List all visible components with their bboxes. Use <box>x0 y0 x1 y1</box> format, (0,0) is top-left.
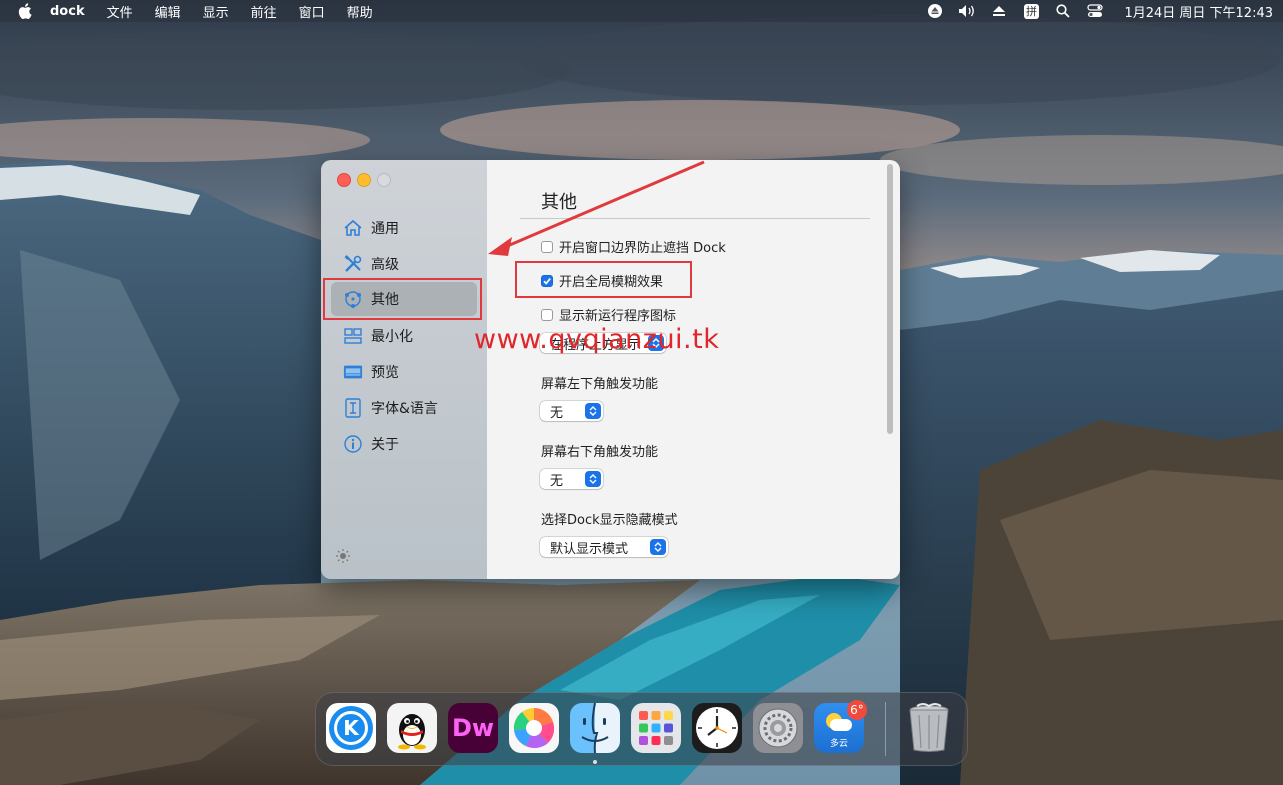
option-show-new-apps[interactable]: 显示新运行程序图标 <box>541 305 676 324</box>
sidebar-item-label: 字体&语言 <box>371 401 438 417</box>
trash-icon[interactable] <box>904 703 954 753</box>
option-label: 显示新运行程序图标 <box>559 309 677 324</box>
option-window-boundary[interactable]: 开启窗口边界防止遮挡 Dock <box>541 237 726 256</box>
dreamweaver-app-icon[interactable]: Dw <box>448 703 498 753</box>
weather-temp-badge: 6° <box>847 700 867 720</box>
launchpad-app-icon[interactable] <box>631 703 681 753</box>
dock-mode-select[interactable]: 默认显示模式 <box>540 537 668 557</box>
menu-window[interactable]: 窗口 <box>299 2 325 21</box>
dock-separator <box>885 702 886 756</box>
appearance-sun-icon[interactable] <box>335 548 351 564</box>
volume-icon[interactable] <box>958 3 976 19</box>
minimize-icon <box>343 326 363 346</box>
dock-mode-label: 选择Dock显示隐藏模式 <box>541 513 678 528</box>
qq-app-icon[interactable] <box>387 703 437 753</box>
watermark-text: www.qvqianzui.tk <box>474 324 720 355</box>
chevron-updown-icon <box>585 403 601 419</box>
select-value: 默认显示模式 <box>550 541 629 557</box>
chevron-updown-icon <box>650 539 666 555</box>
sidebar-item-about[interactable]: 关于 <box>331 427 477 461</box>
system-preferences-app-icon[interactable] <box>753 703 803 753</box>
clock-app-icon[interactable] <box>692 703 742 753</box>
window-close-button[interactable] <box>337 173 351 187</box>
control-center-icon[interactable] <box>1086 3 1104 19</box>
tools-icon <box>343 254 363 274</box>
window-zoom-button[interactable] <box>377 173 391 187</box>
sidebar-item-label: 预览 <box>371 365 399 381</box>
sidebar-item-label: 关于 <box>371 437 399 453</box>
finder-app-icon[interactable] <box>570 703 620 753</box>
sidebar-item-label: 最小化 <box>371 329 413 345</box>
preview-icon <box>343 362 363 382</box>
menu-bar: dock 文件 编辑 显示 前往 窗口 帮助 拼 1月24日 周日 下午12:4… <box>0 0 1283 22</box>
apple-icon[interactable] <box>18 3 32 19</box>
menu-view[interactable]: 显示 <box>203 2 229 21</box>
title-divider <box>520 218 870 219</box>
sidebar-item-font-language[interactable]: 字体&语言 <box>331 391 477 425</box>
menu-edit[interactable]: 编辑 <box>155 2 181 21</box>
menu-file[interactable]: 文件 <box>107 2 133 21</box>
select-value: 无 <box>550 473 564 489</box>
highlight-box-sidebar-other <box>323 278 482 320</box>
input-method-label: 拼 <box>1023 3 1039 19</box>
weather-label: 多云 <box>829 739 848 749</box>
checkbox-show-new-apps[interactable] <box>541 308 553 321</box>
cloud-icon <box>830 719 852 731</box>
dock: K Dw 多云 6° <box>315 692 968 766</box>
sidebar-item-label: 高级 <box>371 257 399 273</box>
kugou-app-icon[interactable]: K <box>326 703 376 753</box>
info-icon <box>343 434 363 454</box>
sidebar-item-label: 通用 <box>371 221 399 237</box>
menu-app-name[interactable]: dock <box>50 4 85 19</box>
input-method-icon[interactable]: 拼 <box>1022 3 1040 19</box>
bottom-left-hotcorner-select[interactable]: 无 <box>540 401 603 421</box>
sidebar-item-minimize[interactable]: 最小化 <box>331 319 477 353</box>
menu-help[interactable]: 帮助 <box>347 2 373 21</box>
bottom-left-hotcorner-label: 屏幕左下角触发功能 <box>541 377 659 392</box>
select-value: 无 <box>550 405 564 421</box>
checkbox-window-boundary[interactable] <box>541 240 553 253</box>
window-minimize-button[interactable] <box>357 173 371 187</box>
eject-icon[interactable] <box>990 3 1008 19</box>
font-icon <box>343 398 363 418</box>
highlight-box-global-blur <box>515 261 692 298</box>
search-icon[interactable] <box>1054 3 1072 19</box>
kugou-label: K <box>334 711 368 745</box>
home-icon <box>343 218 363 238</box>
colorful-app-icon[interactable] <box>509 703 559 753</box>
sidebar: 通用 高级 其他 最小化 预览 字体&语言 关于 <box>321 160 487 579</box>
content-scrollbar[interactable] <box>887 164 893 434</box>
dreamweaver-label: Dw <box>451 714 495 742</box>
preferences-window: 通用 高级 其他 最小化 预览 字体&语言 关于 其他 开启窗口边界防止遮挡 D… <box>321 160 900 579</box>
page-title: 其他 <box>541 192 577 213</box>
option-label: 开启窗口边界防止遮挡 Dock <box>559 241 726 256</box>
sidebar-item-preview[interactable]: 预览 <box>331 355 477 389</box>
chevron-updown-icon <box>585 471 601 487</box>
running-indicator <box>593 760 597 764</box>
bottom-right-hotcorner-select[interactable]: 无 <box>540 469 603 489</box>
sidebar-item-general[interactable]: 通用 <box>331 211 477 245</box>
bottom-right-hotcorner-label: 屏幕右下角触发功能 <box>541 445 659 460</box>
settings-content: 其他 开启窗口边界防止遮挡 Dock 开启全局模糊效果 显示新运行程序图标 在程… <box>487 160 900 579</box>
menu-clock[interactable]: 1月24日 周日 下午12:43 <box>1124 2 1273 21</box>
sidebar-item-advanced[interactable]: 高级 <box>331 247 477 281</box>
eject-circle-icon[interactable] <box>926 3 944 19</box>
menu-go[interactable]: 前往 <box>251 2 277 21</box>
